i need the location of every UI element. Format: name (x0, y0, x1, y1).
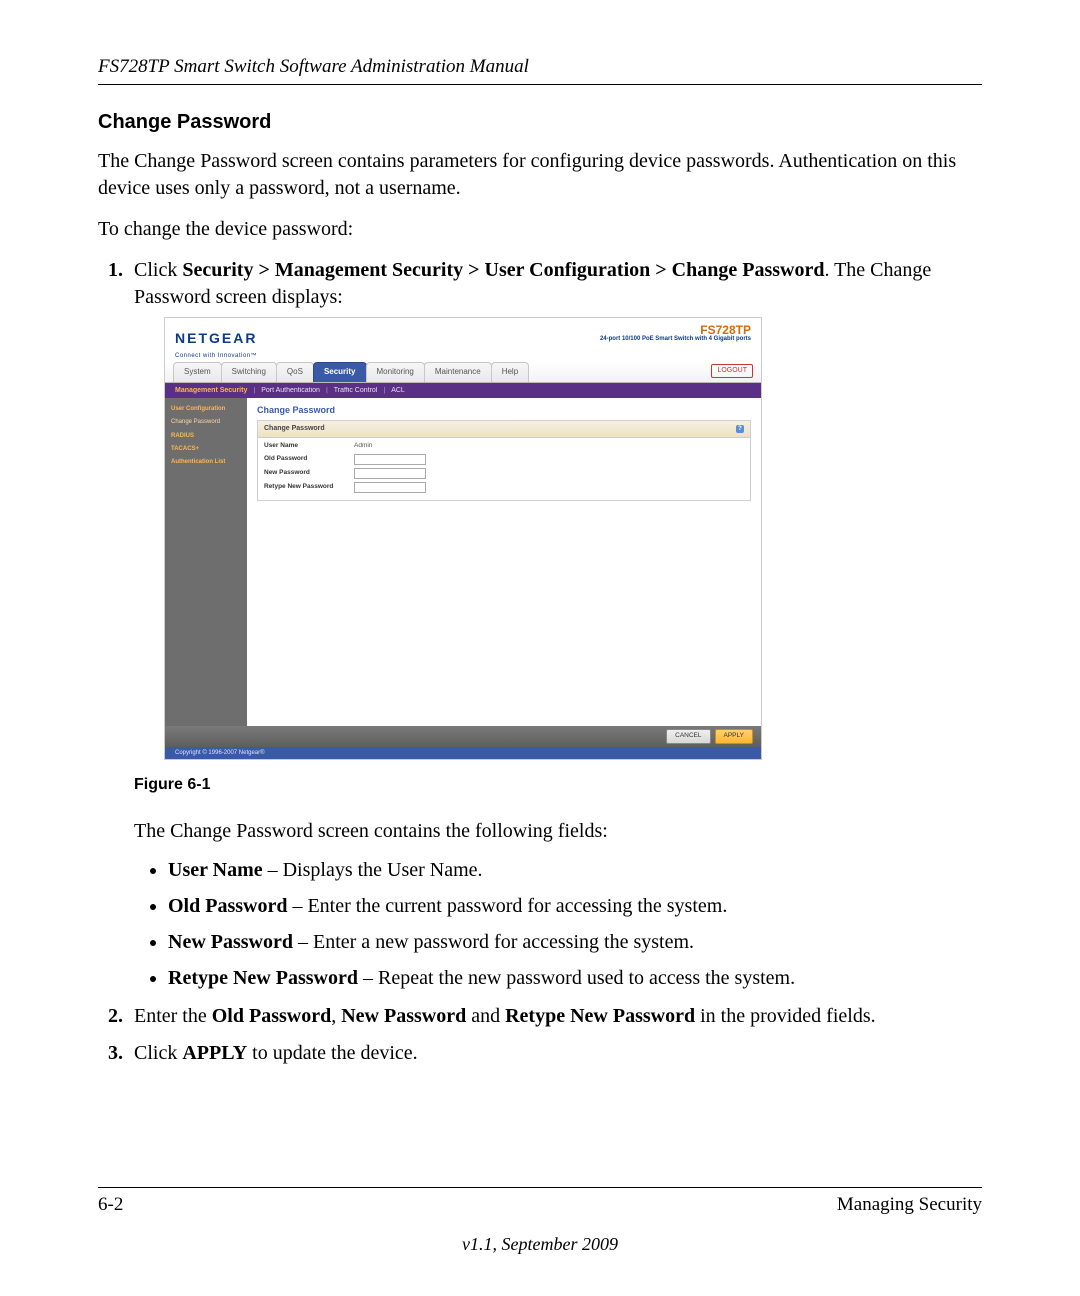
step2-t2: New Password (341, 1005, 466, 1027)
subnav-acl[interactable]: ACL (391, 386, 405, 395)
cancel-button[interactable]: CANCEL (666, 729, 710, 744)
subnav-management-security[interactable]: Management Security (175, 386, 247, 395)
ui-content: Change Password Change Password ? User N… (247, 398, 761, 726)
help-icon[interactable]: ? (736, 425, 744, 433)
logo-block: NETGEAR Connect with Innovation™ (175, 324, 257, 360)
bullet-retype-new-password: Retype New Password – Repeat the new pas… (168, 963, 982, 993)
tab-security[interactable]: Security (313, 362, 367, 382)
tab-monitoring[interactable]: Monitoring (366, 362, 425, 382)
bullet-new-password: New Password – Enter a new password for … (168, 927, 982, 957)
desc-retype-new-password: – Repeat the new password used to access… (358, 967, 795, 989)
document-page: FS728TP Smart Switch Software Administra… (0, 0, 1080, 1295)
row-retype-new-password: Retype New Password (264, 482, 744, 493)
step-1: Click Security > Management Security > U… (128, 257, 982, 993)
sidebar-item-user-configuration[interactable]: User Configuration (169, 404, 243, 414)
section-title: Change Password (98, 111, 982, 134)
row-old-password: Old Password (264, 454, 744, 465)
step-3: Click APPLY to update the device. (128, 1040, 982, 1067)
term-old-password: Old Password (168, 895, 287, 917)
sidebar-item-authentication-list[interactable]: Authentication List (169, 457, 243, 467)
step2-mid2: and (466, 1005, 505, 1027)
chapter-title: Managing Security (837, 1194, 982, 1216)
desc-user-name: – Displays the User Name. (263, 859, 483, 881)
running-head: FS728TP Smart Switch Software Administra… (98, 56, 982, 78)
footer-version: v1.1, September 2009 (98, 1234, 982, 1255)
netgear-ui: NETGEAR Connect with Innovation™ FS728TP… (164, 317, 762, 760)
row-new-password: New Password (264, 468, 744, 479)
desc-new-password: – Enter a new password for accessing the… (293, 931, 694, 953)
input-new-password[interactable] (354, 468, 426, 479)
step3-term: APPLY (182, 1042, 247, 1064)
main-tabs: System Switching QoS Security Monitoring… (165, 362, 761, 383)
figure-6-1: NETGEAR Connect with Innovation™ FS728TP… (164, 317, 982, 760)
footer: 6-2 Managing Security (98, 1194, 982, 1216)
sidebar-item-radius[interactable]: RADIUS (169, 431, 243, 441)
ui-copyright: Copyright © 1996-2007 Netgear® (165, 747, 761, 759)
bullet-old-password: Old Password – Enter the current passwor… (168, 891, 982, 921)
figure-caption: Figure 6-1 (134, 774, 982, 796)
sidebar-item-tacacs[interactable]: TACACS+ (169, 444, 243, 454)
step3-prefix: Click (134, 1042, 182, 1064)
step-2: Enter the Old Password, New Password and… (128, 1003, 982, 1030)
ui-main: User Configuration Change Password RADIU… (165, 398, 761, 726)
logo-tagline: Connect with Innovation™ (175, 352, 257, 360)
label-retype-new-password: Retype New Password (264, 483, 344, 492)
desc-old-password: – Enter the current password for accessi… (287, 895, 727, 917)
ui-topbar: NETGEAR Connect with Innovation™ FS728TP… (165, 318, 761, 362)
label-user-name: User Name (264, 442, 344, 451)
term-user-name: User Name (168, 859, 263, 881)
tab-system[interactable]: System (173, 362, 222, 382)
panel-head: Change Password ? (258, 421, 750, 437)
step2-suffix: in the provided fields. (695, 1005, 876, 1027)
value-user-name: Admin (354, 442, 372, 451)
netgear-logo: NETGEAR (175, 330, 257, 346)
change-password-panel: Change Password ? User Name Admin (257, 420, 751, 500)
apply-button[interactable]: APPLY (715, 729, 753, 744)
sidebar: User Configuration Change Password RADIU… (165, 398, 247, 726)
logout-button[interactable]: LOGOUT (711, 364, 753, 377)
tab-help[interactable]: Help (491, 362, 529, 382)
label-new-password: New Password (264, 469, 344, 478)
step2-t1: Old Password (212, 1005, 331, 1027)
step2-t3: Retype New Password (505, 1005, 695, 1027)
row-user-name: User Name Admin (264, 442, 744, 451)
subnav-traffic-control[interactable]: Traffic Control (334, 386, 378, 395)
bullet-user-name: User Name – Displays the User Name. (168, 855, 982, 885)
fields-intro: The Change Password screen contains the … (134, 818, 982, 845)
model-name: FS728TP (600, 324, 751, 336)
sidebar-item-change-password[interactable]: Change Password (169, 417, 243, 427)
panel-head-label: Change Password (264, 424, 325, 433)
steps-list: Click Security > Management Security > U… (98, 257, 982, 1067)
action-bar: CANCEL APPLY (165, 726, 761, 747)
term-new-password: New Password (168, 931, 293, 953)
panel-body: User Name Admin Old Password New Passwor… (258, 438, 750, 500)
subnav: Management Security| Port Authentication… (165, 383, 761, 398)
input-retype-new-password[interactable] (354, 482, 426, 493)
step2-prefix: Enter the (134, 1005, 212, 1027)
header-rule (98, 84, 982, 85)
step1-path: Security > Management Security > User Co… (182, 259, 824, 281)
tab-switching[interactable]: Switching (221, 362, 277, 382)
panel-title: Change Password (257, 404, 751, 416)
step2-mid1: , (331, 1005, 341, 1027)
model-subtitle: 24-port 10/100 PoE Smart Switch with 4 G… (600, 336, 751, 342)
input-old-password[interactable] (354, 454, 426, 465)
fields-list: User Name – Displays the User Name. Old … (134, 855, 982, 993)
footer-rule (98, 1187, 982, 1188)
tab-qos[interactable]: QoS (276, 362, 314, 382)
step1-prefix: Click (134, 259, 182, 281)
step3-suffix: to update the device. (247, 1042, 418, 1064)
page-number: 6-2 (98, 1194, 123, 1216)
tab-maintenance[interactable]: Maintenance (424, 362, 492, 382)
intro-paragraph: The Change Password screen contains para… (98, 148, 982, 202)
term-retype-new-password: Retype New Password (168, 967, 358, 989)
subnav-port-authentication[interactable]: Port Authentication (261, 386, 320, 395)
label-old-password: Old Password (264, 455, 344, 464)
lead-text: To change the device password: (98, 216, 982, 243)
model-block: FS728TP 24-port 10/100 PoE Smart Switch … (600, 324, 751, 342)
